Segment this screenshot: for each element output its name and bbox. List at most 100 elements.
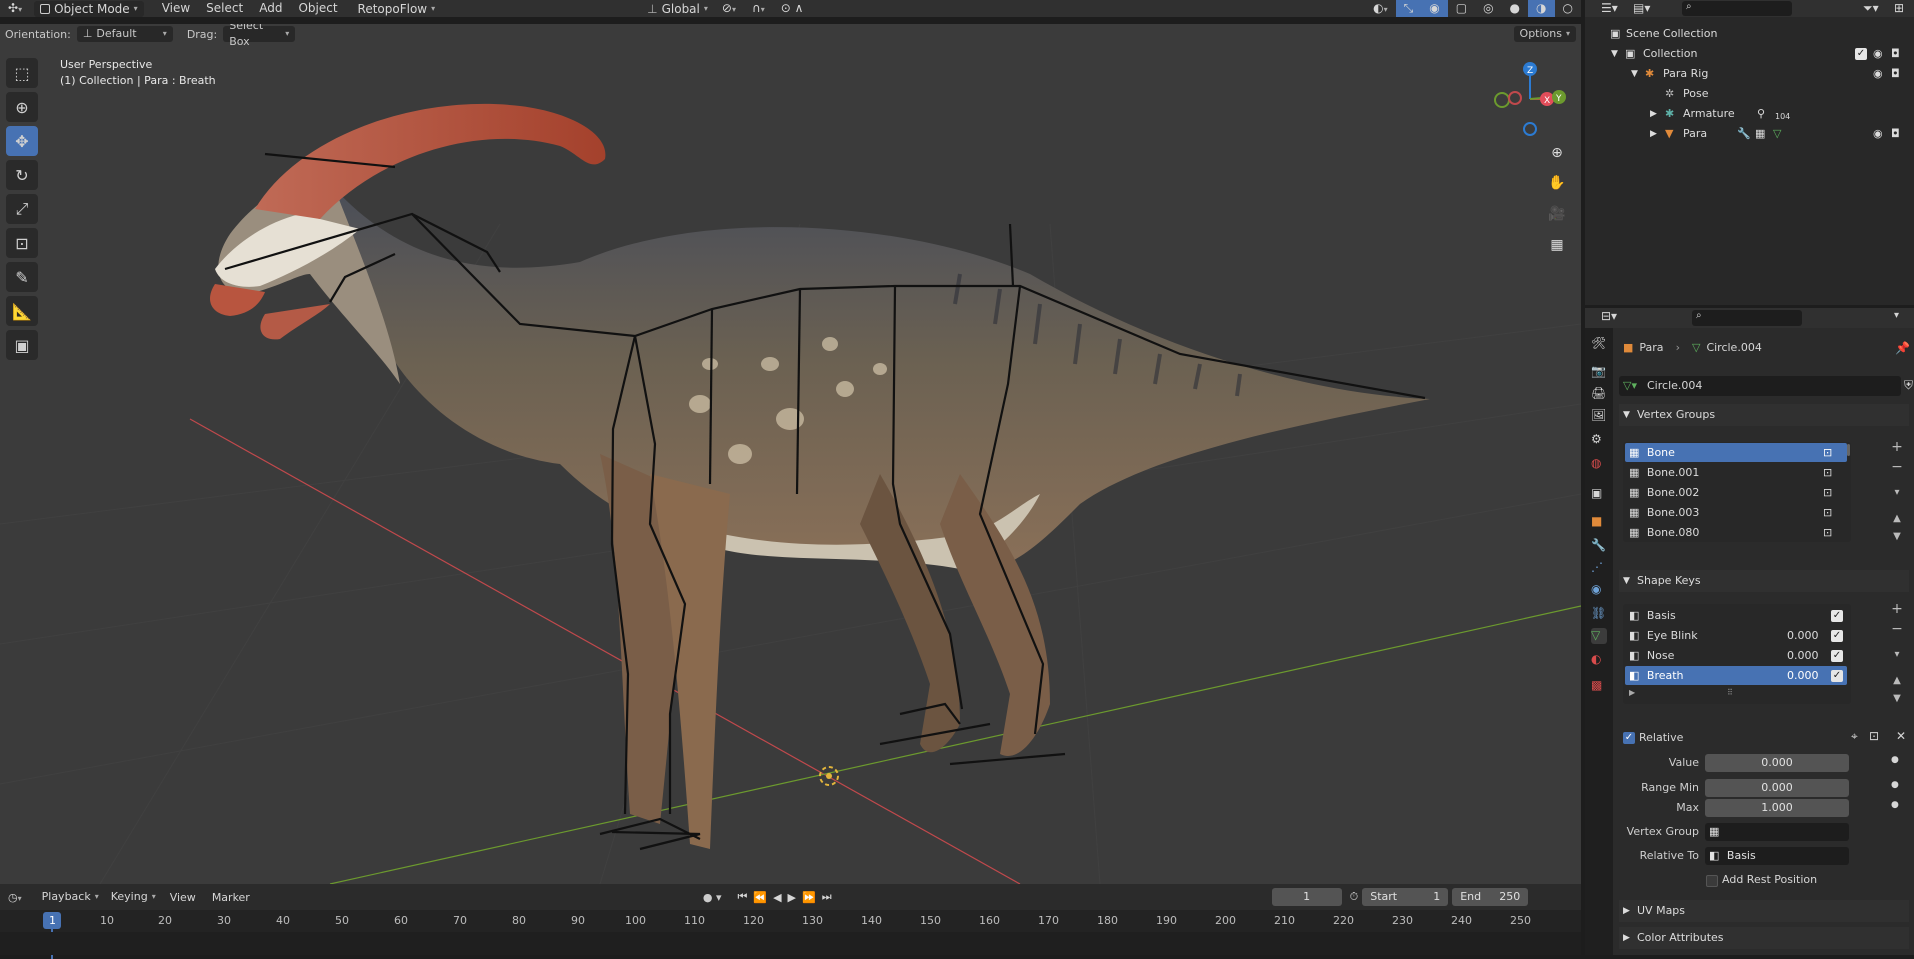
list-item[interactable]: ◧ Basis ✓	[1625, 606, 1847, 625]
tool-tab-icon[interactable]: 🛠	[1591, 336, 1607, 352]
color-attributes-panel-header[interactable]: ▶ Color Attributes	[1619, 927, 1909, 949]
zoom-icon[interactable]: ⊕	[1544, 140, 1570, 166]
3d-viewport[interactable]: User Perspective (1) Collection | Para :…	[0, 24, 1581, 884]
list-item[interactable]: ◧ Nose 0.000 ✓	[1625, 646, 1847, 665]
retopoflow-menu[interactable]: RetopoFlow ▾	[352, 1, 442, 17]
move-down-button[interactable]: ▼	[1888, 528, 1906, 546]
shape-key-edit-mode-icon[interactable]: ⊡	[1869, 729, 1879, 743]
material-tab-icon[interactable]: ◐	[1591, 652, 1607, 668]
eye-icon[interactable]: ◉	[1873, 64, 1883, 84]
shape-keys-list[interactable]: ◧ Basis ✓ ◧ Eye Blink 0.000 ✓ ◧ Nose 0.0…	[1623, 604, 1851, 704]
eye-icon[interactable]: ◉	[1873, 44, 1883, 64]
current-frame-field[interactable]: 1	[1271, 888, 1342, 906]
render-tab-icon[interactable]: 📷	[1591, 364, 1607, 380]
list-scrollbar[interactable]	[1847, 444, 1850, 456]
value-field[interactable]: 0.000	[1705, 754, 1849, 772]
lock-icon[interactable]: ⊡	[1823, 483, 1832, 502]
list-item[interactable]: ▦ Bone ⊡	[1625, 443, 1847, 462]
playback-menu[interactable]: Playback ▾	[36, 889, 105, 905]
add-cube-tool-icon[interactable]: ▣	[6, 330, 38, 360]
vertex-group-field[interactable]: ▦	[1705, 823, 1849, 841]
jump-end-icon[interactable]: ⏭	[822, 890, 832, 904]
display-mode-icon[interactable]: ▤▾	[1633, 1, 1650, 15]
preview-range-icon[interactable]: ⏱	[1350, 890, 1359, 904]
pivot-point-icon[interactable]: ⊘▾	[714, 0, 744, 17]
camera-view-icon[interactable]: 🎥	[1544, 201, 1570, 227]
scale-tool-icon[interactable]: ⤢	[6, 194, 38, 224]
scene-tab-icon[interactable]: ⚙	[1591, 432, 1607, 448]
rotate-tool-icon[interactable]: ↻	[6, 160, 38, 190]
outliner-search-field[interactable]: ⌕	[1682, 1, 1792, 16]
outliner-editor-icon[interactable]: ☰▾	[1601, 1, 1618, 15]
jump-keyframe-forward-icon[interactable]: ⏩	[802, 891, 816, 904]
relative-checkbox[interactable]: ✓	[1623, 732, 1635, 744]
constraints-tab-icon[interactable]: ⛓	[1591, 606, 1607, 622]
filter-icon[interactable]: ⏷▾	[1863, 1, 1879, 16]
menu-object[interactable]: Object	[290, 0, 345, 17]
eye-icon[interactable]: ◉	[1873, 124, 1883, 144]
marker-menu[interactable]: Marker	[204, 891, 258, 904]
vertex-groups-list[interactable]: ▦ Bone ⊡ ▦ Bone.001 ⊡ ▦ Bone.002 ⊡ ▦ Bon…	[1623, 442, 1851, 542]
move-tool-icon[interactable]: ✥	[6, 126, 38, 156]
move-down-button[interactable]: ▼	[1888, 690, 1906, 708]
play-icon[interactable]: ▶	[788, 891, 796, 904]
add-rest-position-checkbox[interactable]	[1706, 875, 1718, 887]
new-collection-icon[interactable]: ⊞	[1894, 1, 1904, 15]
jump-keyframe-back-icon[interactable]: ⏪	[753, 891, 767, 904]
timeline-ruler[interactable]: 1 10 20 30 40 50 60 70 80 90 100 110 120…	[0, 910, 1581, 959]
expand-arrow-icon[interactable]: ▶	[1650, 124, 1657, 144]
remove-vertex-group-button[interactable]: −	[1888, 458, 1906, 476]
autokey-record-icon[interactable]: ● ▾	[703, 891, 722, 904]
proportional-edit-icon[interactable]: ⊙ ∧	[773, 0, 812, 17]
perspective-toggle-icon[interactable]: ▦	[1544, 232, 1570, 258]
outliner-row-collection[interactable]: ▼ ▣ Collection ✓ ◉ ◘	[1585, 44, 1914, 64]
expand-list-icon[interactable]: ▶	[1629, 688, 1635, 697]
uv-maps-panel-header[interactable]: ▶ UV Maps	[1619, 900, 1909, 922]
outliner-row-armature[interactable]: ▶ ✱ Armature ⚲ 104	[1585, 104, 1914, 124]
editor-type-icon[interactable]: ✣▾	[0, 0, 30, 17]
vertex-group-specials-button[interactable]: ▾	[1888, 484, 1906, 502]
shading-wireframe-icon[interactable]: ◎	[1475, 0, 1501, 17]
view-layer-tab-icon[interactable]: 🖼	[1591, 408, 1607, 424]
add-vertex-group-button[interactable]: +	[1888, 438, 1906, 456]
shading-solid-icon[interactable]: ●	[1502, 0, 1528, 17]
list-resize-handle[interactable]: ⠿	[1727, 688, 1733, 697]
list-item[interactable]: ▦ Bone.001 ⊡	[1625, 463, 1847, 482]
outliner-row-para-rig[interactable]: ▼ ✱ Para Rig ◉ ◘	[1585, 64, 1914, 84]
shape-keys-panel-header[interactable]: ▼ Shape Keys	[1619, 570, 1909, 592]
options-dropdown[interactable]: Options ▾	[1513, 26, 1576, 42]
object-tab-icon[interactable]: ■	[1591, 514, 1607, 530]
start-frame-field[interactable]: Start 1	[1362, 888, 1449, 906]
expand-arrow-icon[interactable]: ▶	[1650, 104, 1657, 124]
list-item[interactable]: ◧ Breath 0.000 ✓	[1625, 666, 1847, 685]
shading-rendered-icon[interactable]: ○	[1555, 0, 1581, 17]
render-camera-icon[interactable]: ◘	[1891, 44, 1900, 64]
outliner-row-pose[interactable]: ✲ Pose	[1585, 84, 1914, 104]
mode-dropdown[interactable]: Object Mode ▾	[34, 0, 144, 17]
timeline-editor-icon[interactable]: ◷▾	[8, 891, 22, 904]
measure-tool-icon[interactable]: 📐	[6, 296, 38, 326]
data-tab-icon[interactable]: ▽	[1591, 628, 1607, 644]
shape-key-mute-checkbox[interactable]: ✓	[1831, 610, 1843, 622]
jump-start-icon[interactable]: ⏮	[737, 890, 747, 904]
outliner-row-scene-collection[interactable]: ▣ Scene Collection	[1585, 24, 1914, 44]
overlay-icon[interactable]: ◉	[1421, 0, 1448, 17]
shading-material-icon[interactable]: ◑	[1528, 0, 1555, 17]
orientation-dropdown[interactable]: ⊥ Default ▾	[76, 26, 173, 42]
gizmo-icon[interactable]: ⤡	[1395, 0, 1422, 17]
menu-select[interactable]: Select	[198, 0, 251, 17]
keying-menu[interactable]: Keying ▾	[105, 889, 162, 905]
modifier-tab-icon[interactable]: 🔧	[1591, 538, 1607, 554]
move-up-button[interactable]: ▲	[1888, 672, 1906, 690]
shape-key-mute-checkbox[interactable]: ✓	[1831, 650, 1843, 662]
lock-icon[interactable]: ⊡	[1823, 443, 1832, 462]
shape-key-mute-checkbox[interactable]: ✓	[1831, 670, 1843, 682]
add-shape-key-button[interactable]: +	[1888, 600, 1906, 618]
annotate-tool-icon[interactable]: ✎	[6, 262, 38, 292]
exclude-checkbox[interactable]: ✓	[1855, 48, 1867, 60]
output-tab-icon[interactable]: 🖨	[1591, 386, 1607, 402]
remove-shape-key-button[interactable]: −	[1888, 620, 1906, 638]
lock-icon[interactable]: ⊡	[1823, 523, 1832, 542]
keyframe-dot-icon[interactable]: ●	[1891, 800, 1899, 810]
outliner-row-para[interactable]: ▶ ▼ Para 🔧 ▦ ▽ ◉ ◘	[1585, 124, 1914, 144]
